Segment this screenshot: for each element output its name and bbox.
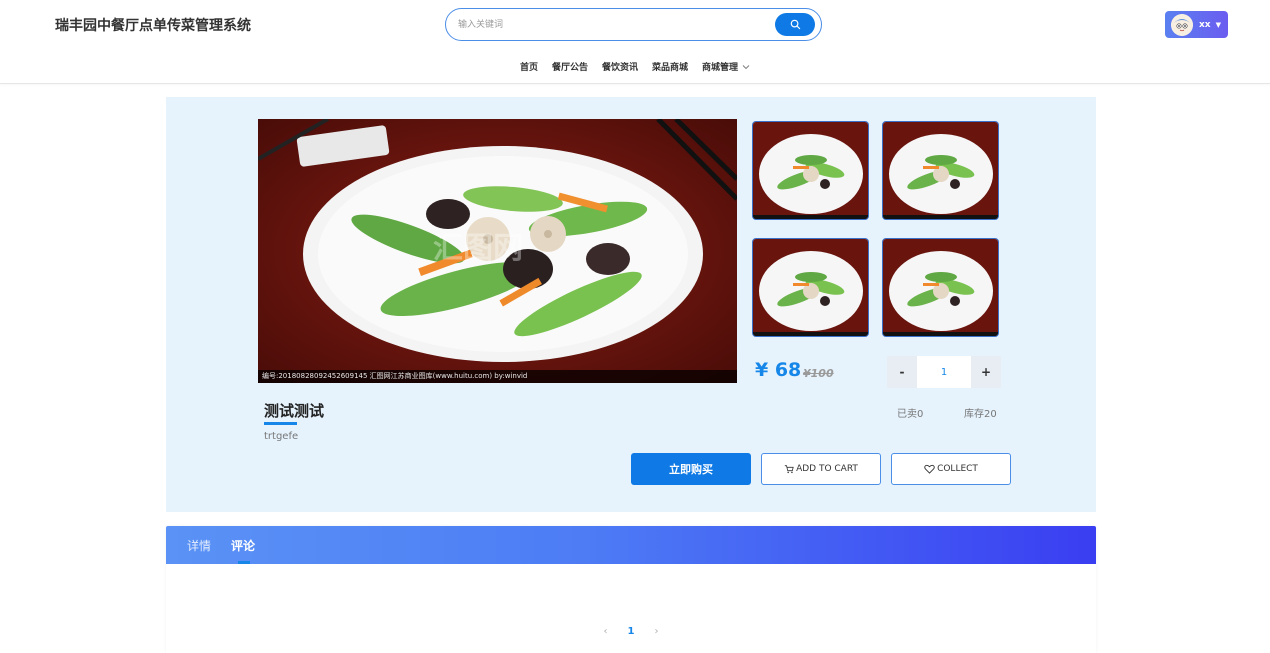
chevron-down-icon bbox=[742, 64, 750, 69]
tabs-panel: 详情 评论 ‹ 1 › bbox=[166, 526, 1096, 653]
sold-count: 已卖0 bbox=[897, 409, 924, 420]
add-to-cart-button[interactable]: ADD TO CART bbox=[761, 453, 881, 485]
nav-item-news[interactable]: 餐饮资讯 bbox=[602, 60, 638, 73]
product-panel: 汇图网 编号:20180828092452609145 汇图网江苏商业图库(ww… bbox=[166, 97, 1096, 512]
product-main-image: 汇图网 编号:20180828092452609145 汇图网江苏商业图库(ww… bbox=[258, 119, 737, 383]
nav-item-label: 商城管理 bbox=[702, 63, 739, 73]
product-name: 测试测试 bbox=[264, 402, 325, 420]
buy-now-button[interactable]: 立即购买 bbox=[631, 453, 751, 485]
nav-item-announcements[interactable]: 餐厅公告 bbox=[552, 60, 588, 73]
pagination-next-button[interactable]: › bbox=[654, 626, 658, 637]
dish-thumbnail-image bbox=[753, 122, 868, 219]
avatar bbox=[1171, 13, 1193, 36]
pagination-prev-button[interactable]: ‹ bbox=[604, 626, 608, 637]
price-current: ¥ 68 bbox=[755, 359, 802, 381]
collect-label: COLLECT bbox=[937, 464, 978, 474]
cart-icon bbox=[784, 464, 794, 474]
user-name: xx bbox=[1199, 19, 1211, 30]
main-nav: 首页 餐厅公告 餐饮资讯 菜品商城 商城管理 bbox=[0, 60, 1270, 73]
header: 瑞丰园中餐厅点单传菜管理系统 xx ▼ 首页 餐厅公告 bbox=[0, 0, 1270, 84]
product-description: trtgefe bbox=[264, 431, 299, 442]
dish-thumbnail-image bbox=[883, 239, 998, 336]
product-thumbnail[interactable] bbox=[882, 121, 999, 220]
nav-item-shop[interactable]: 菜品商城 bbox=[652, 60, 688, 73]
heart-icon bbox=[924, 464, 935, 474]
image-watermark-logo: 汇图网 bbox=[433, 231, 523, 266]
collect-button[interactable]: COLLECT bbox=[891, 453, 1011, 485]
dish-thumbnail-image bbox=[883, 122, 998, 219]
pagination: ‹ 1 › bbox=[166, 626, 1096, 637]
product-thumbnail[interactable] bbox=[752, 121, 869, 220]
tab-bar: 详情 评论 bbox=[166, 526, 1096, 564]
tab-detail[interactable]: 详情 bbox=[187, 537, 211, 554]
search-icon bbox=[790, 19, 800, 30]
quantity-stepper: - + bbox=[887, 356, 1001, 388]
site-title: 瑞丰园中餐厅点单传菜管理系统 bbox=[55, 18, 251, 34]
tab-comment[interactable]: 评论 bbox=[231, 537, 255, 554]
search-button[interactable] bbox=[775, 13, 815, 36]
add-to-cart-label: ADD TO CART bbox=[796, 464, 858, 474]
user-menu-button[interactable]: xx ▼ bbox=[1165, 11, 1228, 38]
nav-item-shop-management[interactable]: 商城管理 bbox=[702, 60, 750, 73]
quantity-input[interactable] bbox=[917, 356, 971, 388]
product-thumbnail[interactable] bbox=[752, 238, 869, 337]
dish-thumbnail-image bbox=[753, 239, 868, 336]
pagination-page-1[interactable]: 1 bbox=[628, 626, 635, 637]
nav-item-home[interactable]: 首页 bbox=[520, 60, 538, 73]
active-tab-indicator bbox=[238, 561, 250, 564]
price-original: ¥100 bbox=[803, 367, 834, 380]
product-thumbnail[interactable] bbox=[882, 238, 999, 337]
caret-down-icon: ▼ bbox=[1215, 20, 1222, 29]
search-box bbox=[445, 8, 822, 41]
quantity-decrease-button[interactable]: - bbox=[887, 356, 917, 388]
quantity-increase-button[interactable]: + bbox=[971, 356, 1001, 388]
product-name-underline bbox=[264, 422, 297, 425]
image-watermark-caption: 编号:20180828092452609145 汇图网江苏商业图库(www.hu… bbox=[258, 370, 737, 383]
stock-count: 库存20 bbox=[964, 409, 997, 420]
search-input[interactable] bbox=[458, 15, 768, 35]
